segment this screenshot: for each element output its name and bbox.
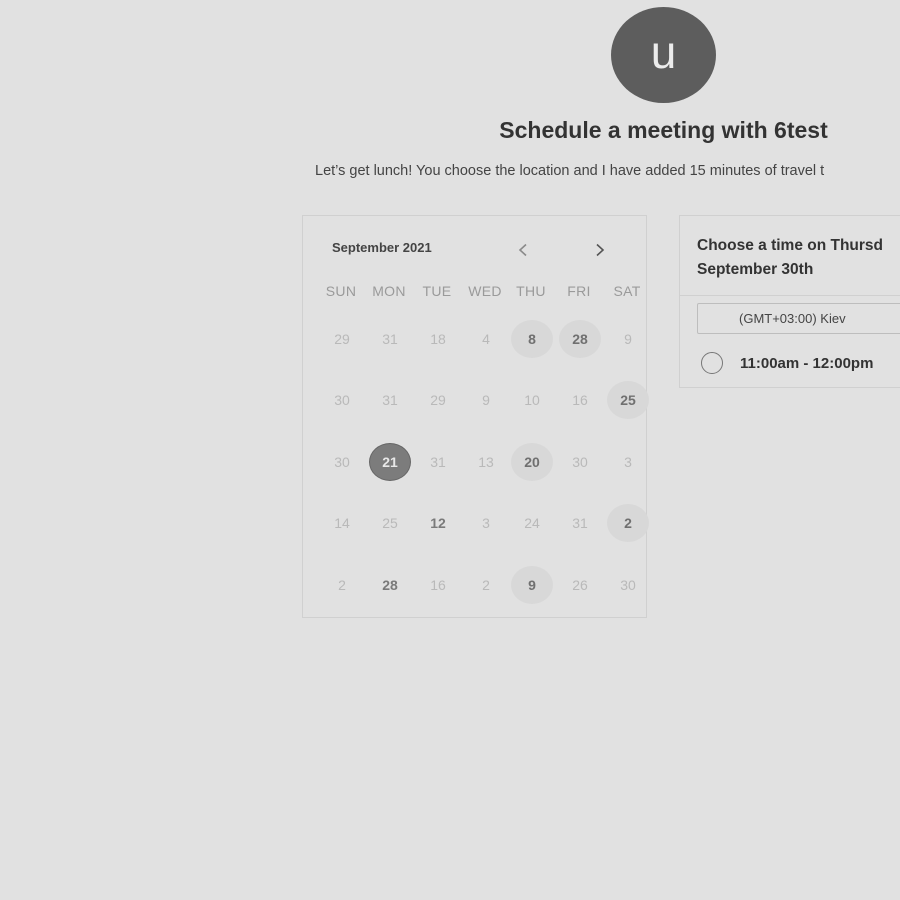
- weekday-label: FRI: [567, 283, 591, 299]
- calendar-day: 30: [334, 392, 350, 408]
- calendar-day[interactable]: 20: [511, 443, 553, 481]
- time-slot-radio[interactable]: [701, 352, 723, 374]
- calendar-day[interactable]: 25: [607, 381, 649, 419]
- next-month-button[interactable]: [588, 238, 612, 262]
- calendar-day: 30: [572, 454, 588, 470]
- calendar-day: 31: [572, 515, 588, 531]
- calendar-day: 9: [482, 392, 490, 408]
- calendar-day: 9: [624, 331, 632, 347]
- chevron-left-icon: [518, 243, 527, 257]
- calendar-day: 25: [382, 515, 398, 531]
- calendar-day: 26: [572, 577, 588, 593]
- weekday-label: SAT: [613, 283, 641, 299]
- calendar-day-selected[interactable]: 21: [369, 443, 411, 481]
- calendar-day: 31: [382, 392, 398, 408]
- calendar-day: 16: [572, 392, 588, 408]
- host-avatar: u: [611, 7, 716, 103]
- calendar-day: 31: [382, 331, 398, 347]
- chevron-right-icon: [596, 243, 605, 257]
- calendar-day[interactable]: 12: [417, 504, 459, 542]
- calendar-day[interactable]: 28: [369, 566, 411, 604]
- time-slot-label: 11:00am - 12:00pm: [740, 354, 874, 372]
- calendar-day[interactable]: 8: [511, 320, 553, 358]
- avatar-initial: u: [650, 26, 677, 78]
- calendar: September 2021 SUN MON TUE WED THU FRI SAT 29 3…: [302, 215, 649, 618]
- weekday-label: WED: [468, 283, 502, 299]
- previous-month-button[interactable]: [511, 238, 535, 262]
- calendar-day: 30: [620, 577, 636, 593]
- weekday-label: MON: [372, 283, 406, 299]
- calendar-day: 2: [482, 577, 490, 593]
- time-panel-heading: Choose a time on Thursd September 30th: [697, 237, 884, 278]
- weekday-label: TUE: [422, 283, 452, 299]
- weekday-label: THU: [516, 283, 546, 299]
- calendar-day: 18: [430, 331, 446, 347]
- calendar-day: 16: [430, 577, 446, 593]
- timezone-value: (GMT+03:00) Kiev: [739, 311, 846, 326]
- calendar-day: 10: [524, 392, 540, 408]
- page-title: Schedule a meeting with 6test: [499, 117, 828, 143]
- calendar-day: 24: [524, 515, 540, 531]
- calendar-day: 31: [430, 454, 446, 470]
- calendar-day[interactable]: 9: [511, 566, 553, 604]
- time-slot-option[interactable]: 11:00am - 12:00pm: [701, 352, 873, 374]
- calendar-day: 29: [334, 331, 350, 347]
- calendar-day: 4: [482, 331, 490, 347]
- weekday-label: SUN: [325, 283, 357, 299]
- calendar-day[interactable]: 28: [559, 320, 601, 358]
- calendar-day: 2: [338, 577, 346, 593]
- timezone-select[interactable]: (GMT+03:00) Kiev: [697, 303, 900, 334]
- calendar-day: 30: [334, 454, 350, 470]
- calendar-day[interactable]: 2: [607, 504, 649, 542]
- calendar-month-label: September 2021: [332, 240, 432, 255]
- calendar-day: 3: [624, 454, 632, 470]
- calendar-day: 3: [482, 515, 490, 531]
- divider: [680, 295, 900, 296]
- meeting-description: Let’s get lunch! You choose the location…: [315, 163, 825, 179]
- time-selection-panel: Choose a time on Thursd September 30th (…: [679, 215, 900, 388]
- calendar-day: 13: [478, 454, 494, 470]
- calendar-day: 14: [334, 515, 350, 531]
- calendar-day: 29: [430, 392, 446, 408]
